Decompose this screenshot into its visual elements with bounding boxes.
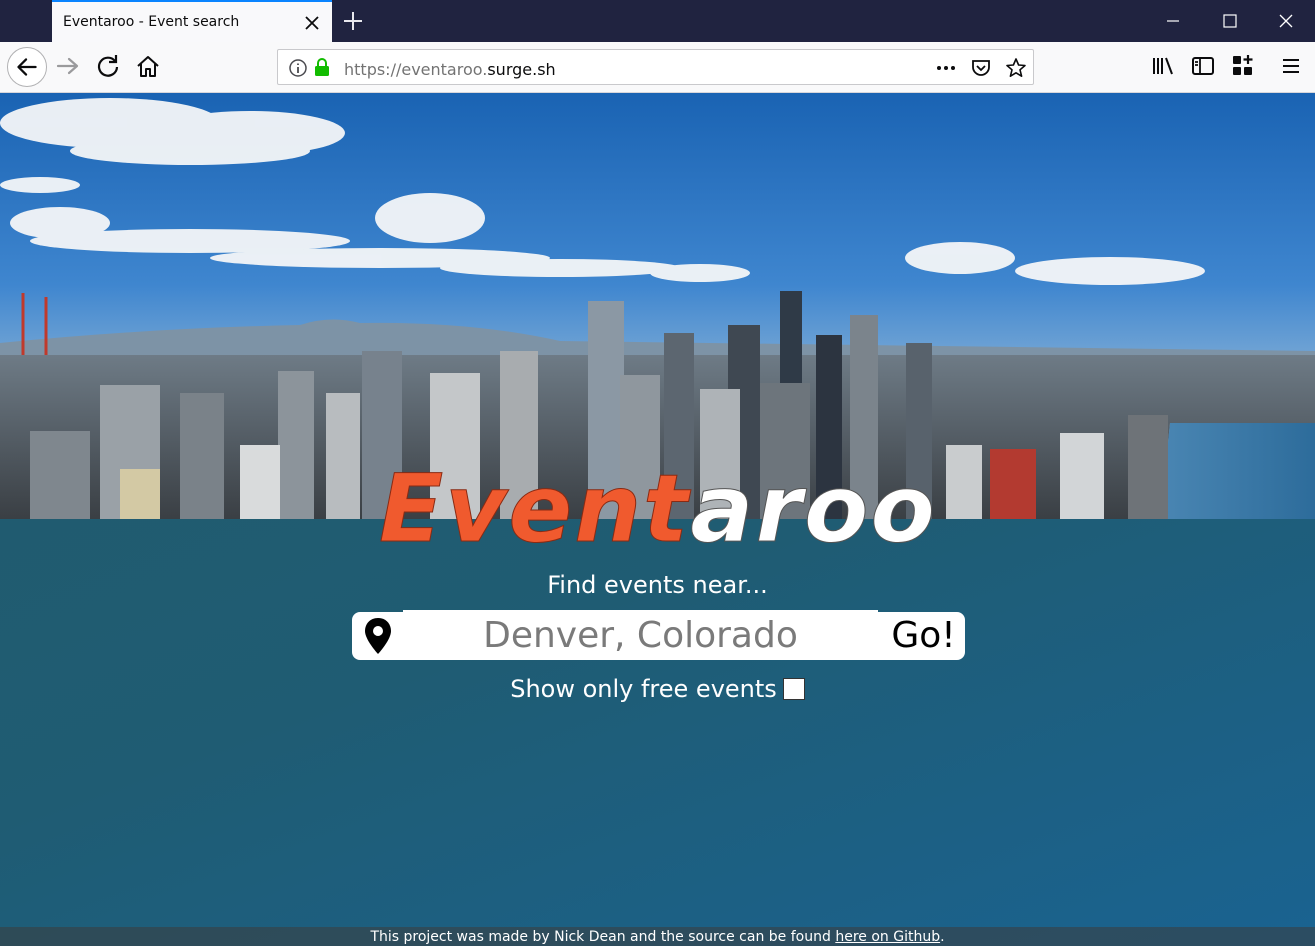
logo-part-aroo: aroo xyxy=(690,455,937,561)
star-icon[interactable] xyxy=(1004,56,1028,80)
browser-titlebar: Eventaroo - Event search xyxy=(0,0,1315,42)
more-icon[interactable] xyxy=(934,56,958,80)
logo-part-event: Event xyxy=(379,455,691,561)
minimize-icon[interactable] xyxy=(1160,8,1186,34)
url-text[interactable]: https://eventaroo.surge.sh xyxy=(344,60,556,79)
pocket-icon[interactable] xyxy=(969,56,993,80)
reload-icon[interactable] xyxy=(92,50,124,82)
url-bar[interactable]: https://eventaroo.surge.sh xyxy=(277,49,1034,85)
close-icon[interactable] xyxy=(302,13,322,33)
extensions-icon[interactable] xyxy=(1227,50,1259,82)
free-events-toggle[interactable]: Show only free events xyxy=(510,675,805,703)
plus-icon[interactable] xyxy=(340,8,366,34)
library-icon[interactable] xyxy=(1147,50,1179,82)
url-prefix: https://eventaroo. xyxy=(344,60,488,79)
footer: This project was made by Nick Dean and t… xyxy=(0,927,1315,946)
browser-toolbar: https://eventaroo.surge.sh xyxy=(0,42,1315,93)
go-button[interactable]: Go! xyxy=(882,612,965,660)
home-icon[interactable] xyxy=(132,50,164,82)
svg-text:Eventaroo: Eventaroo xyxy=(379,455,937,561)
maximize-icon[interactable] xyxy=(1217,8,1243,34)
footer-text: This project was made by Nick Dean and t… xyxy=(370,929,831,945)
tab-eventaroo[interactable]: Eventaroo - Event search xyxy=(52,0,332,42)
forward-arrow-icon[interactable] xyxy=(52,50,84,82)
info-icon[interactable] xyxy=(288,58,308,78)
free-events-label: Show only free events xyxy=(510,675,777,703)
location-search-box: Go! xyxy=(352,610,965,660)
location-pin-icon xyxy=(365,618,391,654)
back-arrow-icon[interactable] xyxy=(7,47,47,87)
location-search-input[interactable] xyxy=(403,610,878,660)
github-link[interactable]: here on Github xyxy=(835,929,940,945)
menu-icon[interactable] xyxy=(1275,50,1307,82)
sidebar-icon[interactable] xyxy=(1187,50,1219,82)
url-host: surge.sh xyxy=(487,60,556,79)
tagline: Find events near... xyxy=(547,571,768,599)
eventaroo-logo: Eventaroo xyxy=(378,455,937,562)
page-content: Eventaroo Find events near... Go! Show o… xyxy=(0,93,1315,946)
window-close-icon[interactable] xyxy=(1273,8,1299,34)
free-events-toggle-row: Show only free events xyxy=(0,675,1315,703)
free-events-checkbox[interactable] xyxy=(782,678,805,700)
lock-icon xyxy=(315,58,329,76)
tab-title: Eventaroo - Event search xyxy=(63,14,240,30)
footer-suffix: . xyxy=(940,929,945,945)
